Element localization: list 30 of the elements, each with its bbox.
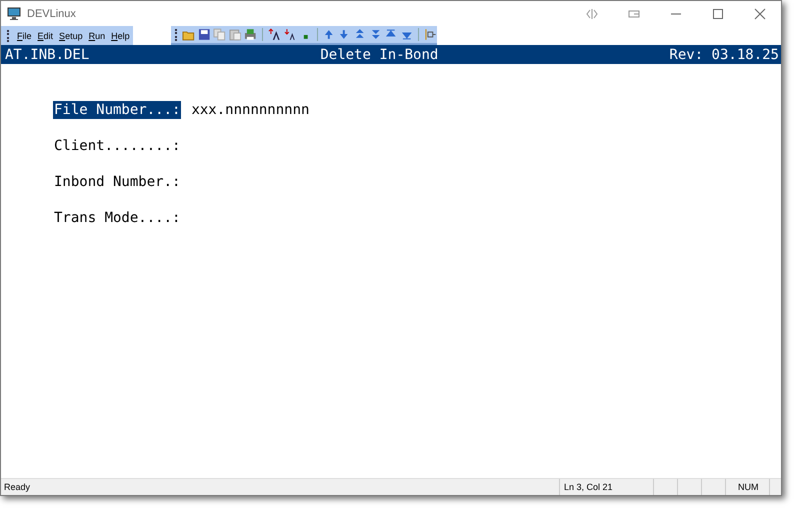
- field-value: xxx.nnnnnnnnnn: [191, 102, 310, 118]
- status-message: Ready: [3, 482, 32, 492]
- menu-item[interactable]: Help: [111, 30, 130, 40]
- split-icon[interactable]: [586, 8, 598, 20]
- save-icon[interactable]: [198, 28, 210, 41]
- screen-title: Delete In-Bond: [320, 46, 438, 62]
- monitor-icon: [7, 7, 21, 20]
- revision: Rev: 03.18.25: [669, 46, 779, 62]
- paste-icon[interactable]: [228, 28, 242, 41]
- window-title: DEVLinux: [27, 8, 77, 20]
- menu-item[interactable]: File: [17, 30, 32, 40]
- maximize-icon[interactable]: [712, 8, 724, 20]
- page-down-icon[interactable]: [370, 28, 382, 41]
- arrow-up-icon[interactable]: [322, 28, 336, 41]
- field-label: Trans Mode....:: [53, 209, 182, 227]
- font-down-icon[interactable]: [284, 28, 296, 41]
- font-up-icon[interactable]: [268, 28, 281, 41]
- exit-icon[interactable]: [424, 28, 437, 41]
- field-label: File Number...:: [53, 101, 182, 119]
- cursor-position: Ln 3, Col 21: [559, 479, 653, 495]
- menu-item[interactable]: Setup: [59, 30, 83, 40]
- field-label: Client........:: [53, 137, 182, 155]
- printer-icon[interactable]: [244, 28, 257, 41]
- menu-item[interactable]: Run: [88, 30, 106, 40]
- restore-icon[interactable]: [628, 8, 640, 20]
- field-label: Inbond Number.:: [53, 173, 182, 191]
- num-lock-indicator: NUM: [725, 479, 769, 495]
- close-icon[interactable]: [754, 8, 766, 20]
- menu-item[interactable]: Edit: [38, 30, 54, 40]
- program-code: AT.INB.DEL: [5, 46, 90, 62]
